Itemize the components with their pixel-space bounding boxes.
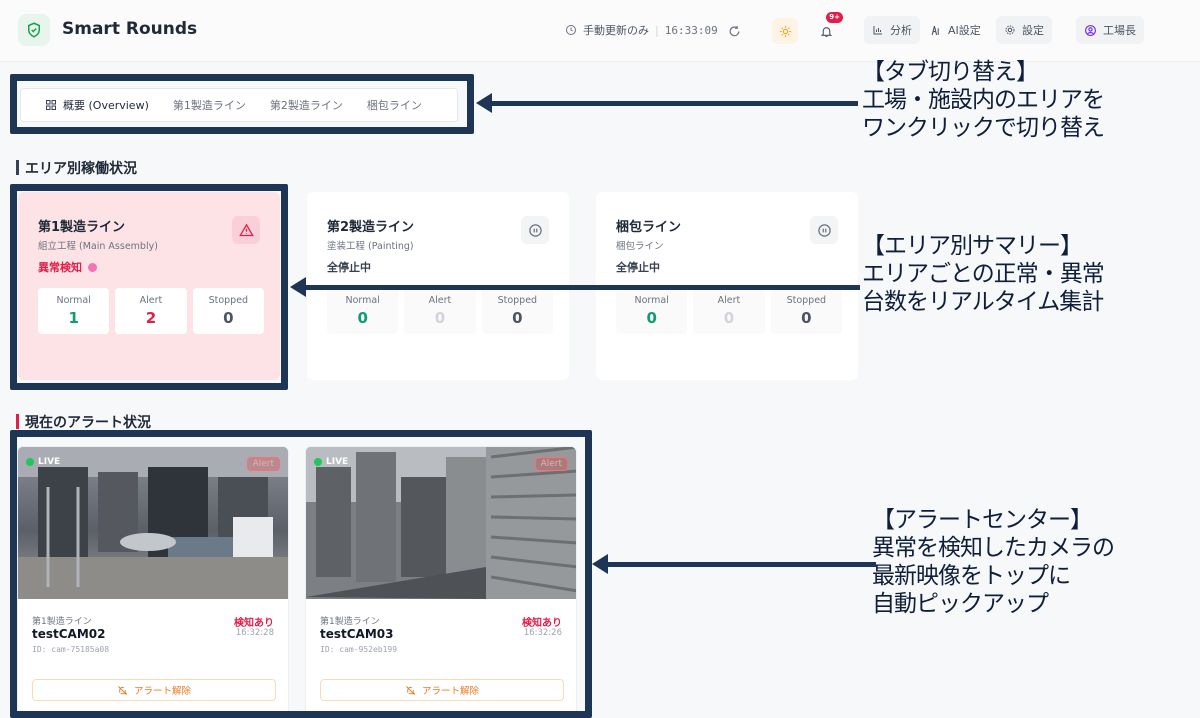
stat-normal: Normal 0 [616,288,688,334]
tab-highlight-frame [10,74,474,134]
user-label: 工場長 [1103,24,1136,37]
current-time: 16:33:09 [664,23,718,37]
ai-settings-label: AI設定 [948,24,981,37]
pause-icon [810,216,838,244]
area-stats: Normal 0 Alert 0 Stopped 0 [616,288,842,334]
settings-label: 設定 [1022,24,1044,37]
user-menu-button[interactable]: 工場長 [1076,16,1144,44]
stat-value: 0 [357,309,368,327]
app-title: Smart Rounds [62,19,198,39]
stat-value: 0 [646,309,657,327]
app-header: Smart Rounds 手動更新のみ | 16:33:09 9+ 分析 AI設… [0,0,1200,62]
stat-label: Alert [717,295,741,306]
analysis-label: 分析 [890,24,912,37]
stat-alert: Alert 0 [693,288,765,334]
stat-value: 0 [801,309,812,327]
area-name: 梱包ライン [616,220,682,235]
annotation-line: 台数をリアルタイム集計 [862,289,1104,315]
shield-logo-icon [18,14,50,46]
area-subtitle: 塗装工程 (Painting) [327,241,414,252]
stat-value: 0 [723,309,735,327]
bell-icon [820,26,832,37]
refresh-button[interactable] [721,18,747,44]
area-arrow [290,277,860,297]
annotation-title: 【アラートセンター】 [872,507,1093,533]
refresh-mode-label: 手動更新のみ [583,24,649,37]
area-status: 全停止中 [616,261,660,274]
stat-label: Normal [634,295,669,306]
tab-annotation: 【タブ切り替え】 工場・施設内のエリアを ワンクリックで切り替え [862,58,1105,142]
annotation-line: 最新映像をトップに [872,563,1071,589]
stat-alert: Alert 0 [404,288,476,334]
chart-icon [873,26,882,35]
divider: | [655,23,659,37]
annotation-title: 【エリア別サマリー】 [862,233,1083,259]
area-status: 全停止中 [327,261,371,274]
area-subtitle: 梱包ライン [616,241,664,252]
stat-label: Alert [428,295,452,306]
alert-highlight-frame [10,430,592,718]
stat-normal: Normal 0 [327,288,399,334]
notification-badge: 9+ [826,12,843,23]
alert-arrow [592,554,876,574]
tab-arrow [476,93,858,113]
analysis-button[interactable]: 分析 [864,16,920,44]
stat-label: Stopped [786,295,827,306]
annotation-line: エリアごとの正常・異常 [862,261,1105,287]
theme-toggle-button[interactable] [772,18,798,44]
annotation-line: 異常を検知したカメラの [872,535,1115,561]
ai-icon [931,25,939,35]
ai-settings-button[interactable]: AI設定 [929,16,981,44]
area-status-heading: エリア別稼働状況 [16,158,137,178]
stat-stopped: Stopped 0 [770,288,842,334]
area-stats: Normal 0 Alert 0 Stopped 0 [327,288,553,334]
notification-button[interactable]: 9+ [813,12,843,44]
stat-label: Stopped [497,295,538,306]
gear-icon [1005,25,1015,35]
stat-value: 0 [512,309,523,327]
settings-button[interactable]: 設定 [996,16,1052,44]
stat-stopped: Stopped 0 [481,288,553,334]
alert-annotation: 【アラートセンター】 異常を検知したカメラの 最新映像をトップに 自動ピックアッ… [872,506,1115,618]
stat-value: 0 [434,309,446,327]
user-circle-icon [1085,24,1096,36]
pause-icon [521,216,549,244]
clock-icon [566,25,576,35]
stat-label: Normal [345,295,380,306]
alert-status-heading: 現在のアラート状況 [16,412,151,432]
area-name: 第2製造ライン [327,220,415,235]
refresh-status: 手動更新のみ | 16:33:09 [565,16,718,44]
annotation-line: 工場・施設内のエリアを [862,87,1105,113]
refresh-icon [729,25,739,36]
annotation-title: 【タブ切り替え】 [862,59,1039,85]
area-highlight-frame [10,184,288,390]
annotation-line: ワンクリックで切り替え [862,115,1105,141]
area-annotation: 【エリア別サマリー】 エリアごとの正常・異常 台数をリアルタイム集計 [862,232,1105,316]
annotation-line: 自動ピックアップ [872,591,1049,617]
sun-icon [779,25,791,37]
